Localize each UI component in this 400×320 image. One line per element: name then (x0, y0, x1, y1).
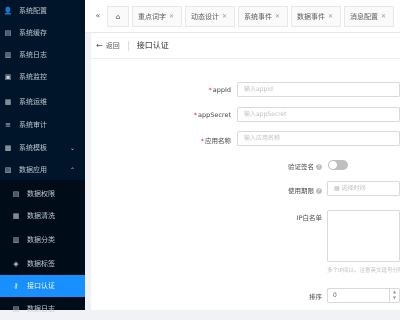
file-icon: ▥ (4, 51, 12, 59)
sidebar-item-label: 系统运维 (19, 98, 47, 106)
tab-label: 动态设计 (191, 12, 219, 21)
database-icon: ▤ (4, 29, 12, 37)
tab-label: 消息配置 (350, 12, 378, 21)
sidebar-item-label: 系统模板 (19, 144, 47, 152)
clean-icon: ▦ (12, 212, 20, 220)
tab-3[interactable]: 系统事件 ✕ (238, 6, 288, 27)
collapse-icon[interactable]: « (90, 8, 106, 24)
close-icon[interactable]: ✕ (328, 13, 333, 20)
sidebar-subitem-data-log[interactable]: ▤ 数据日志 (0, 298, 85, 320)
sidebar-item-label: 数据权限 (27, 190, 55, 198)
sidebar-item-label: 接口认证 (27, 282, 55, 290)
tab-label: 重点词字 (138, 12, 166, 21)
tab-label: 系统事件 (244, 12, 272, 21)
monitor-icon: ▣ (4, 73, 12, 81)
close-icon[interactable]: ✕ (222, 13, 227, 20)
user-icon: 👤 (3, 7, 13, 15)
sidebar-item-label: 系统缓存 (19, 29, 47, 37)
sidebar-item-label: 系统监控 (19, 73, 47, 81)
sidebar-item-label: 数据应用 (19, 166, 47, 174)
sidebar-subitem-clean[interactable]: ▦ 数据清洗 (0, 205, 85, 227)
page-title: 接口认证 (136, 41, 169, 50)
sidebar-item-data-app[interactable]: ▧ 数据应用 ⌃ (0, 159, 85, 181)
sidebar-subitem-api-auth[interactable]: ⚷ 接口认证 (0, 275, 85, 297)
sidebar-item-label: 系统审计 (19, 121, 47, 129)
close-icon[interactable]: ✕ (275, 13, 280, 20)
permission-icon: ▤ (12, 190, 20, 198)
sidebar-subitem-permission[interactable]: ▤ 数据权限 (0, 183, 85, 205)
back-label: 返回 (105, 41, 120, 50)
sidebar-subitem-category[interactable]: ▥ 数据分类 (0, 229, 85, 251)
page-header: ← 返回 接口认证 (91, 33, 400, 59)
sidebar-item-template[interactable]: ▩ 系统模板 ⌄ (0, 137, 85, 159)
tag-icon: ◈ (13, 260, 19, 268)
tab-label: 数据事件 (297, 12, 325, 21)
sidebar-item-audit[interactable]: ≡ 系统审计 (0, 114, 85, 136)
sidebar-item-monitor[interactable]: ▣ 系统监控 (0, 66, 85, 88)
arrow-left-icon: ← (96, 41, 103, 50)
divider (127, 40, 129, 51)
template-icon: ▩ (4, 144, 12, 152)
key-icon: ⚷ (13, 282, 19, 290)
chevron-up-icon: ⌃ (69, 166, 75, 174)
tab-4[interactable]: 数据事件 ✕ (291, 6, 341, 27)
close-icon[interactable]: ✕ (169, 13, 174, 20)
sidebar-item-label: 数据日志 (27, 305, 55, 313)
tab-5[interactable]: 消息配置 ✕ (344, 6, 394, 27)
app-icon: ▧ (4, 166, 12, 174)
sidebar-item-label: 数据分类 (27, 236, 55, 244)
server-icon: ▦ (4, 98, 12, 106)
tab-home[interactable]: ⌂ (107, 6, 129, 27)
back-button[interactable]: ← 返回 (96, 41, 120, 51)
chevron-down-icon: ⌄ (69, 144, 75, 152)
sidebar-item-label: 系统日志 (19, 51, 47, 59)
sidebar-item-log[interactable]: ▥ 系统日志 (0, 44, 85, 66)
category-icon: ▥ (12, 236, 20, 244)
tab-2[interactable]: 动态设计 ✕ (185, 6, 235, 27)
tab-bar: « ⌂ 重点词字 ✕ 动态设计 ✕ 系统事件 ✕ 数据事件 ✕ 消息配置 ✕ (85, 0, 400, 33)
sidebar-item-ops[interactable]: ▦ 系统运维 (0, 91, 85, 113)
log-icon: ▤ (12, 305, 20, 313)
sidebar: 👤 系统配置 ▤ 系统缓存 ▥ 系统日志 ▣ 系统监控 ▦ 系统运维 ≡ 系统审… (0, 0, 85, 313)
main-content: ← 返回 接口认证 (91, 33, 400, 310)
sidebar-item-label: 数据标签 (27, 260, 55, 268)
sidebar-item-cache[interactable]: ▤ 系统缓存 (0, 22, 85, 44)
home-icon: ⌂ (115, 12, 121, 21)
audit-icon: ≡ (5, 121, 11, 129)
close-icon[interactable]: ✕ (381, 13, 386, 20)
sidebar-item-label: 系统配置 (19, 7, 47, 15)
sidebar-item-config[interactable]: 👤 系统配置 (0, 0, 85, 22)
tab-1[interactable]: 重点词字 ✕ (132, 6, 182, 27)
sidebar-subitem-tag[interactable]: ◈ 数据标签 (0, 253, 85, 275)
sidebar-item-label: 数据清洗 (27, 212, 55, 220)
